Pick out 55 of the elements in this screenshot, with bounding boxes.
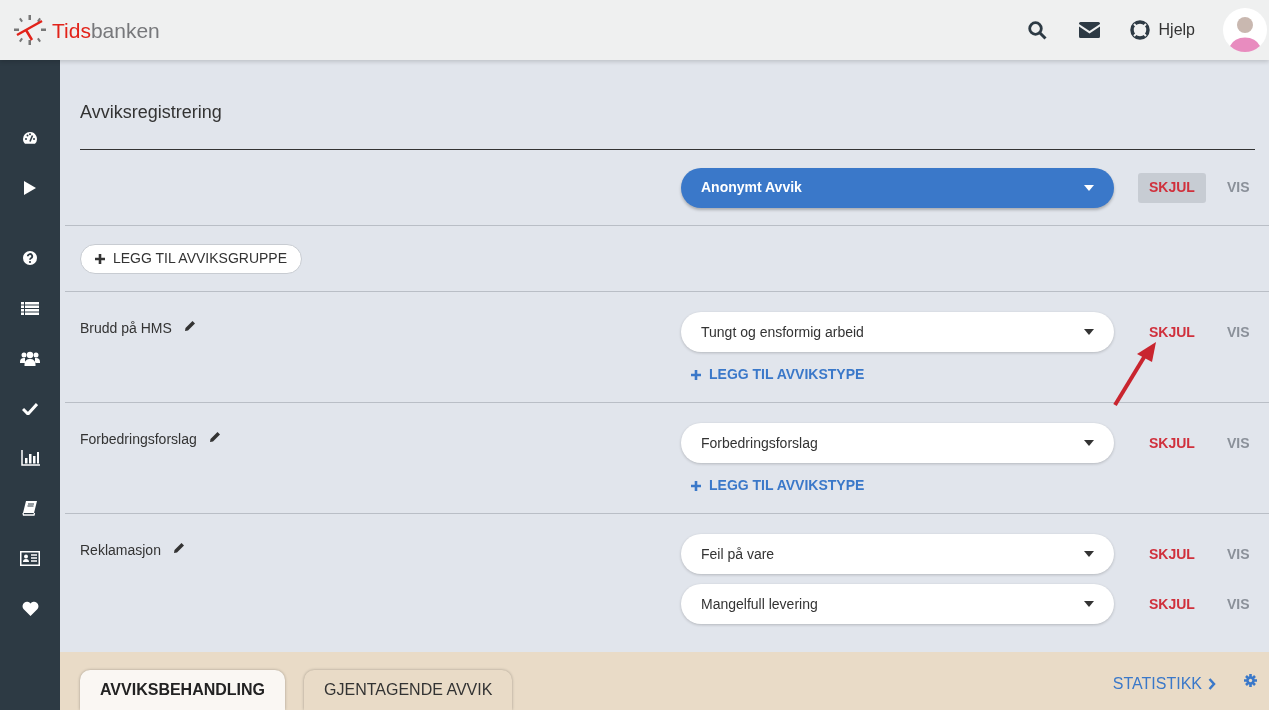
list-icon[interactable]	[21, 301, 39, 315]
caret-icon	[1084, 184, 1094, 191]
pencil-icon[interactable]	[172, 542, 185, 554]
group-name: Brudd på HMS	[80, 319, 172, 338]
search-icon[interactable]	[1027, 20, 1047, 40]
plus-icon	[95, 253, 105, 264]
dashboard-icon[interactable]	[22, 131, 38, 145]
annotation-arrow	[1112, 340, 1158, 408]
logo-text: Tidsbanken	[52, 18, 160, 42]
help-icon[interactable]	[23, 251, 37, 265]
caret-icon	[1084, 329, 1094, 335]
add-type-link[interactable]: LEGG TIL AVVIKSTYPE	[681, 475, 865, 496]
add-group-button[interactable]: LEGG TIL AVVIKSGRUPPE	[80, 243, 303, 274]
page-title: Avviksregistrering	[80, 101, 223, 124]
dropdown[interactable]: Forbedringsforslag	[681, 423, 1114, 463]
hide-button[interactable]: SKJUL	[1138, 172, 1206, 203]
tab[interactable]: GJENTAGENDE AVVIK	[304, 670, 513, 710]
hide-button[interactable]: SKJUL	[1138, 589, 1206, 619]
hide-button[interactable]: SKJUL	[1138, 539, 1206, 569]
heart-icon[interactable]	[21, 600, 39, 616]
dropdown[interactable]: Tungt og ensformig arbeid	[681, 312, 1114, 352]
bar-chart-icon[interactable]	[20, 450, 40, 466]
chevron-icon	[1208, 678, 1216, 690]
show-button[interactable]: VIS	[1215, 317, 1261, 347]
show-button[interactable]: VIS	[1215, 539, 1261, 569]
settings-icon[interactable]	[1244, 674, 1257, 687]
hide-button[interactable]: SKJUL	[1138, 428, 1206, 458]
clock-logo-icon	[14, 15, 46, 45]
id-card-icon[interactable]	[20, 550, 40, 566]
show-button[interactable]: VIS	[1215, 428, 1261, 458]
pencil-icon[interactable]	[208, 431, 221, 443]
lifebuoy-icon[interactable]	[1129, 20, 1150, 40]
plus-icon	[691, 480, 701, 491]
caret-icon	[1084, 551, 1094, 557]
show-button[interactable]: VIS	[1215, 172, 1261, 203]
caret-icon	[1084, 601, 1094, 607]
dropdown[interactable]: Anonymt Avvik	[681, 167, 1114, 208]
add-type-link[interactable]: LEGG TIL AVVIKSTYPE	[681, 364, 865, 385]
tab[interactable]: AVVIKSBEHANDLING	[80, 670, 286, 710]
pencil-icon[interactable]	[183, 320, 196, 332]
statistics-link[interactable]: STATISTIKK	[1112, 672, 1216, 696]
dropdown[interactable]: Feil på vare	[681, 534, 1114, 574]
plus-icon	[691, 369, 701, 380]
checkmark-icon[interactable]	[22, 401, 38, 415]
show-button[interactable]: VIS	[1215, 589, 1261, 619]
group-name: Forbedringsforslag	[80, 430, 197, 449]
users-icon[interactable]	[20, 350, 40, 366]
help-link[interactable]: Hjelp	[1158, 18, 1195, 42]
hide-button[interactable]: SKJUL	[1138, 317, 1206, 347]
play-icon[interactable]	[23, 180, 37, 196]
dropdown[interactable]: Mangelfull levering	[681, 584, 1114, 624]
group-name: Reklamasjon	[80, 541, 161, 560]
book-icon[interactable]	[22, 500, 38, 516]
caret-icon	[1084, 440, 1094, 446]
envelope-icon[interactable]	[1078, 22, 1100, 38]
